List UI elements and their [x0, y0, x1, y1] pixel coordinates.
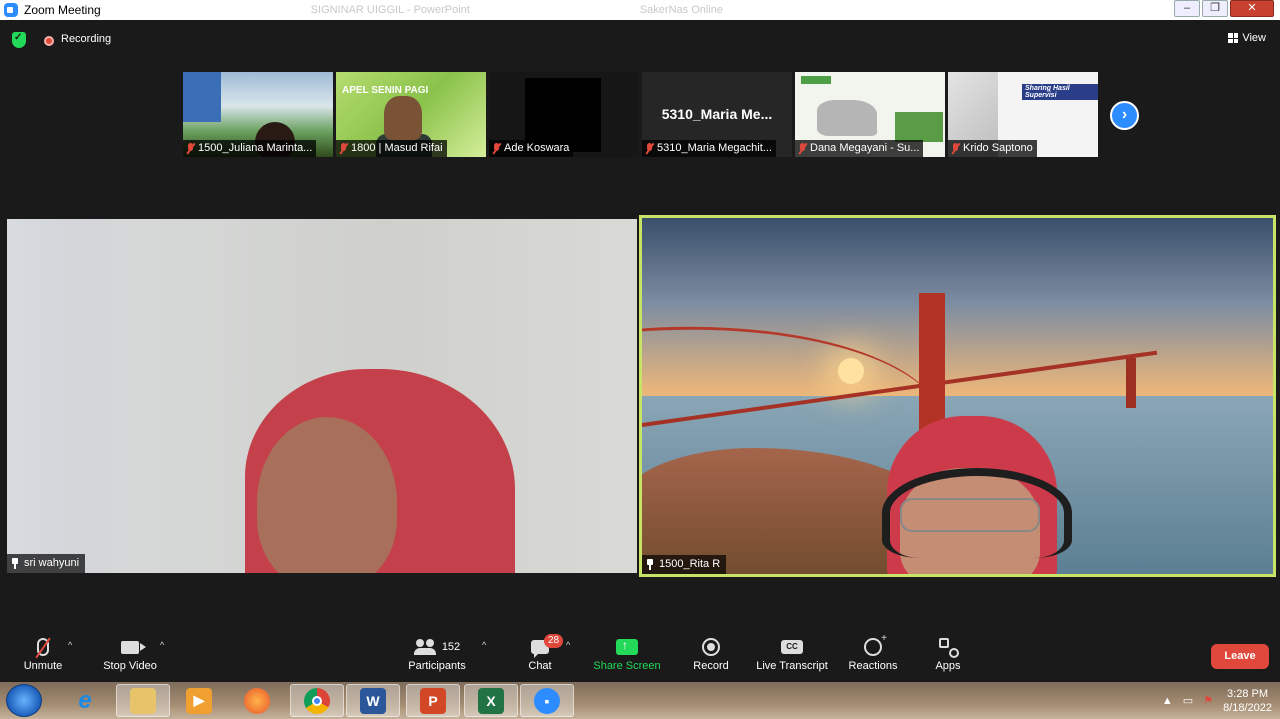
chat-options-caret-icon[interactable]: ^: [566, 640, 570, 650]
smiley-reaction-icon: [864, 633, 887, 656]
participant-name: 5310_Maria Megachit...: [657, 142, 772, 154]
record-icon: [702, 638, 720, 656]
share-screen-label: Share Screen: [593, 660, 661, 672]
view-label: View: [1242, 32, 1266, 44]
audio-options-caret-icon[interactable]: ^: [68, 640, 72, 650]
stop-video-label: Stop Video: [103, 660, 157, 672]
share-screen-button[interactable]: Share Screen: [592, 636, 662, 672]
system-tray: ▲ ▭ ⚑ 3:28 PM 8/18/2022: [1162, 682, 1272, 719]
video-tile-sri-wahyuni[interactable]: sri wahyuni: [7, 219, 637, 573]
excel-icon[interactable]: X: [464, 684, 518, 717]
participant-name: Ade Koswara: [504, 142, 570, 154]
participant-thumbnail[interactable]: Ade Koswara: [489, 72, 639, 157]
clock-date: 8/18/2022: [1223, 701, 1272, 714]
apps-icon: [939, 638, 959, 658]
record-label: Record: [693, 660, 729, 672]
system-clock[interactable]: 3:28 PM 8/18/2022: [1223, 687, 1272, 715]
window-titlebar: Zoom Meeting SIGNINAR UIGGIL - PowerPoin…: [0, 0, 1280, 20]
stop-video-button[interactable]: Stop Video: [100, 636, 160, 672]
video-options-caret-icon[interactable]: ^: [160, 640, 164, 650]
windows-start-icon[interactable]: [6, 684, 42, 717]
recording-dot-icon: [44, 36, 54, 46]
zoom-app-icon: [4, 3, 18, 17]
participant-thumbnail[interactable]: 5310_Maria Me... 5310_Maria Megachit...: [642, 72, 792, 157]
closed-caption-icon: CC: [781, 640, 803, 654]
internet-explorer-icon[interactable]: e: [58, 684, 112, 717]
reactions-button[interactable]: Reactions: [846, 633, 900, 672]
meeting-topbar: Recording View: [0, 20, 1280, 60]
maximize-button[interactable]: ❐: [1202, 0, 1228, 17]
slide-text: Sharing Hasil Supervisi: [1022, 84, 1098, 100]
chat-unread-badge: 28: [544, 634, 564, 648]
participant-thumbnail-strip: 1500_Juliana Marinta... APEL SENIN PAGI …: [183, 72, 1098, 157]
pin-icon: [11, 558, 19, 569]
unmute-button[interactable]: Unmute: [18, 636, 68, 672]
firefox-icon[interactable]: [230, 684, 284, 717]
word-icon[interactable]: W: [346, 684, 400, 717]
slide-text: APEL SENIN PAGI: [342, 85, 429, 96]
minimize-button[interactable]: –: [1174, 0, 1200, 17]
live-transcript-label: Live Transcript: [756, 660, 828, 672]
video-name-label: sri wahyuni: [7, 554, 86, 573]
mic-muted-icon: [645, 143, 654, 154]
participant-thumbnail[interactable]: Sharing Hasil Supervisi Krido Saptono: [948, 72, 1098, 157]
mic-muted-icon: [186, 143, 195, 154]
action-center-flag-icon[interactable]: ⚑: [1203, 694, 1213, 707]
chat-label: Chat: [528, 660, 552, 672]
mic-muted-icon: [492, 143, 501, 154]
participant-name: 1500_Rita R: [659, 558, 721, 570]
participant-name: Krido Saptono: [963, 142, 1033, 154]
video-tile-active-speaker[interactable]: 1500_Rita R: [639, 215, 1276, 577]
close-window-button[interactable]: ✕: [1230, 0, 1274, 17]
video-name-label: 1500_Rita R: [642, 555, 727, 574]
participants-count: 152: [441, 641, 461, 653]
microphone-muted-icon: [37, 638, 49, 656]
participant-thumbnail[interactable]: APEL SENIN PAGI 1800 | Masud Rifai: [336, 72, 486, 157]
security-shield-icon[interactable]: [12, 32, 26, 48]
participant-name: 1500_Juliana Marinta...: [198, 142, 313, 154]
live-transcript-button[interactable]: CC Live Transcript: [754, 636, 830, 672]
file-explorer-icon[interactable]: [116, 684, 170, 717]
participant-name: 1800 | Masud Rifai: [351, 142, 443, 154]
powerpoint-icon[interactable]: P: [406, 684, 460, 717]
participants-options-caret-icon[interactable]: ^: [482, 640, 486, 650]
share-screen-icon: [616, 638, 638, 655]
participant-thumbnail[interactable]: Dana Megayani - Su...: [795, 72, 945, 157]
mic-muted-icon: [798, 143, 807, 154]
apps-button[interactable]: Apps: [930, 636, 966, 672]
participant-name: Dana Megayani - Su...: [810, 142, 920, 154]
grid-icon: [1228, 33, 1239, 43]
meeting-controls-toolbar: Unmute ^ Stop Video ^ 152 Participants ^…: [0, 630, 1280, 682]
background-window-title-2: SakerNas Online: [639, 4, 723, 16]
mic-muted-icon: [951, 143, 960, 154]
participant-thumbnail[interactable]: 1500_Juliana Marinta...: [183, 72, 333, 157]
mic-muted-icon: [339, 143, 348, 154]
pin-icon: [646, 559, 654, 570]
background-window-title: SIGNINAR UIGGIL - PowerPoint: [310, 4, 470, 16]
network-icon[interactable]: ▭: [1183, 694, 1193, 707]
next-page-chevron-icon[interactable]: ›: [1110, 101, 1139, 130]
reactions-label: Reactions: [848, 660, 898, 672]
chrome-icon[interactable]: [290, 684, 344, 717]
show-hidden-icons-icon[interactable]: ▲: [1162, 695, 1173, 707]
view-button[interactable]: View: [1228, 32, 1266, 44]
participants-button[interactable]: 152 Participants: [404, 636, 470, 672]
recording-indicator[interactable]: Recording: [61, 33, 111, 45]
video-camera-icon: [121, 640, 146, 654]
unmute-label: Unmute: [23, 660, 63, 672]
record-button[interactable]: Record: [690, 636, 732, 672]
window-title: Zoom Meeting: [24, 3, 101, 17]
windows-taskbar: e ▶ W P X ▪ ▲ ▭ ⚑ 3:28 PM 8/18/2022: [0, 682, 1280, 719]
apps-label: Apps: [935, 660, 961, 672]
participant-name: sri wahyuni: [24, 557, 80, 569]
participants-icon: [413, 639, 436, 655]
zoom-taskbar-icon[interactable]: ▪: [520, 684, 574, 717]
clock-time: 3:28 PM: [1227, 687, 1269, 700]
media-player-icon[interactable]: ▶: [172, 684, 226, 717]
participants-label: Participants: [408, 660, 466, 672]
leave-meeting-button[interactable]: Leave: [1211, 644, 1269, 669]
participant-display-name: 5310_Maria Me...: [661, 106, 773, 122]
